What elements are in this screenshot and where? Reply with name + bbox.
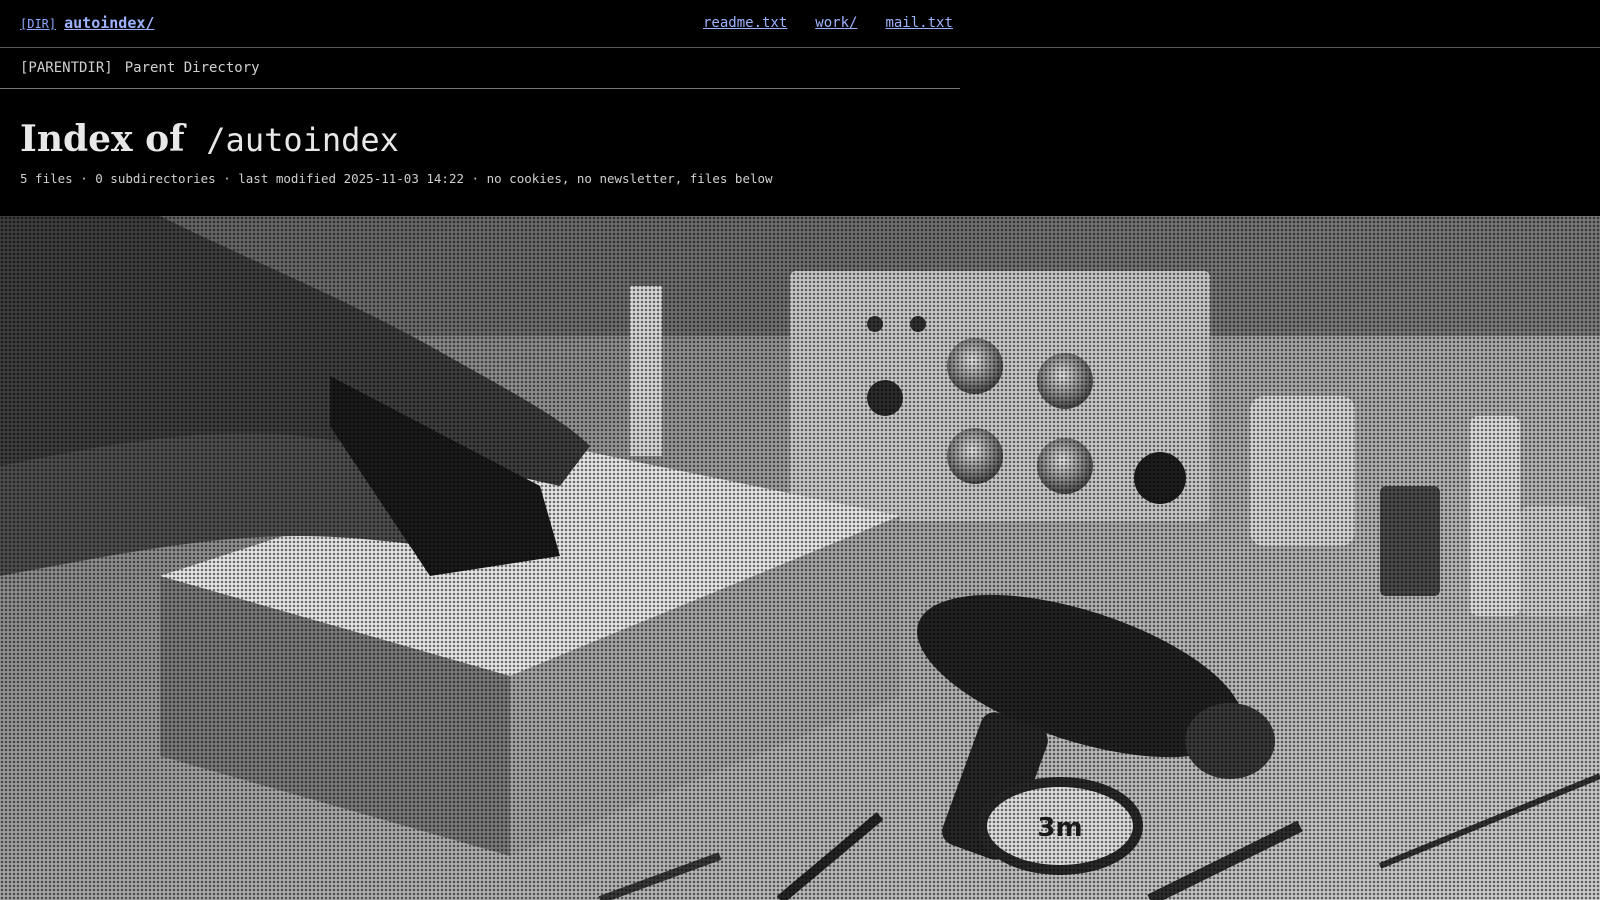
nav-link-work[interactable]: work/ — [815, 15, 857, 31]
workbench-illustration: 3m — [0, 216, 1600, 900]
top-nav: readme.txt work/ mail.txt — [703, 15, 953, 31]
tape-measure: 3m — [977, 777, 1143, 875]
directory-meta: 5 files · 0 subdirectories · last modifi… — [20, 171, 773, 186]
top-bar: [DIR] autoindex/ readme.txt work/ mail.t… — [0, 0, 1600, 48]
parent-directory-link[interactable]: Parent Directory — [125, 60, 260, 76]
control-panel — [790, 271, 1210, 521]
parentdir-tag: [PARENTDIR] — [20, 60, 113, 76]
title-path: /autoindex — [206, 121, 399, 159]
parent-directory-row[interactable]: [PARENTDIR] Parent Directory — [0, 48, 960, 89]
dir-tag[interactable]: [DIR] — [20, 17, 56, 31]
spool — [630, 286, 662, 456]
brand-link[interactable]: autoindex/ — [64, 14, 154, 32]
tape-label: 3m — [1037, 813, 1082, 843]
brand: [DIR] autoindex/ — [20, 14, 154, 32]
page-title: Index of /autoindex — [20, 118, 399, 160]
nav-link-readme[interactable]: readme.txt — [703, 15, 787, 31]
workbench-photo: 3m — [0, 216, 1600, 900]
title-prefix: Index of — [20, 118, 185, 160]
nav-link-mail[interactable]: mail.txt — [885, 15, 952, 31]
